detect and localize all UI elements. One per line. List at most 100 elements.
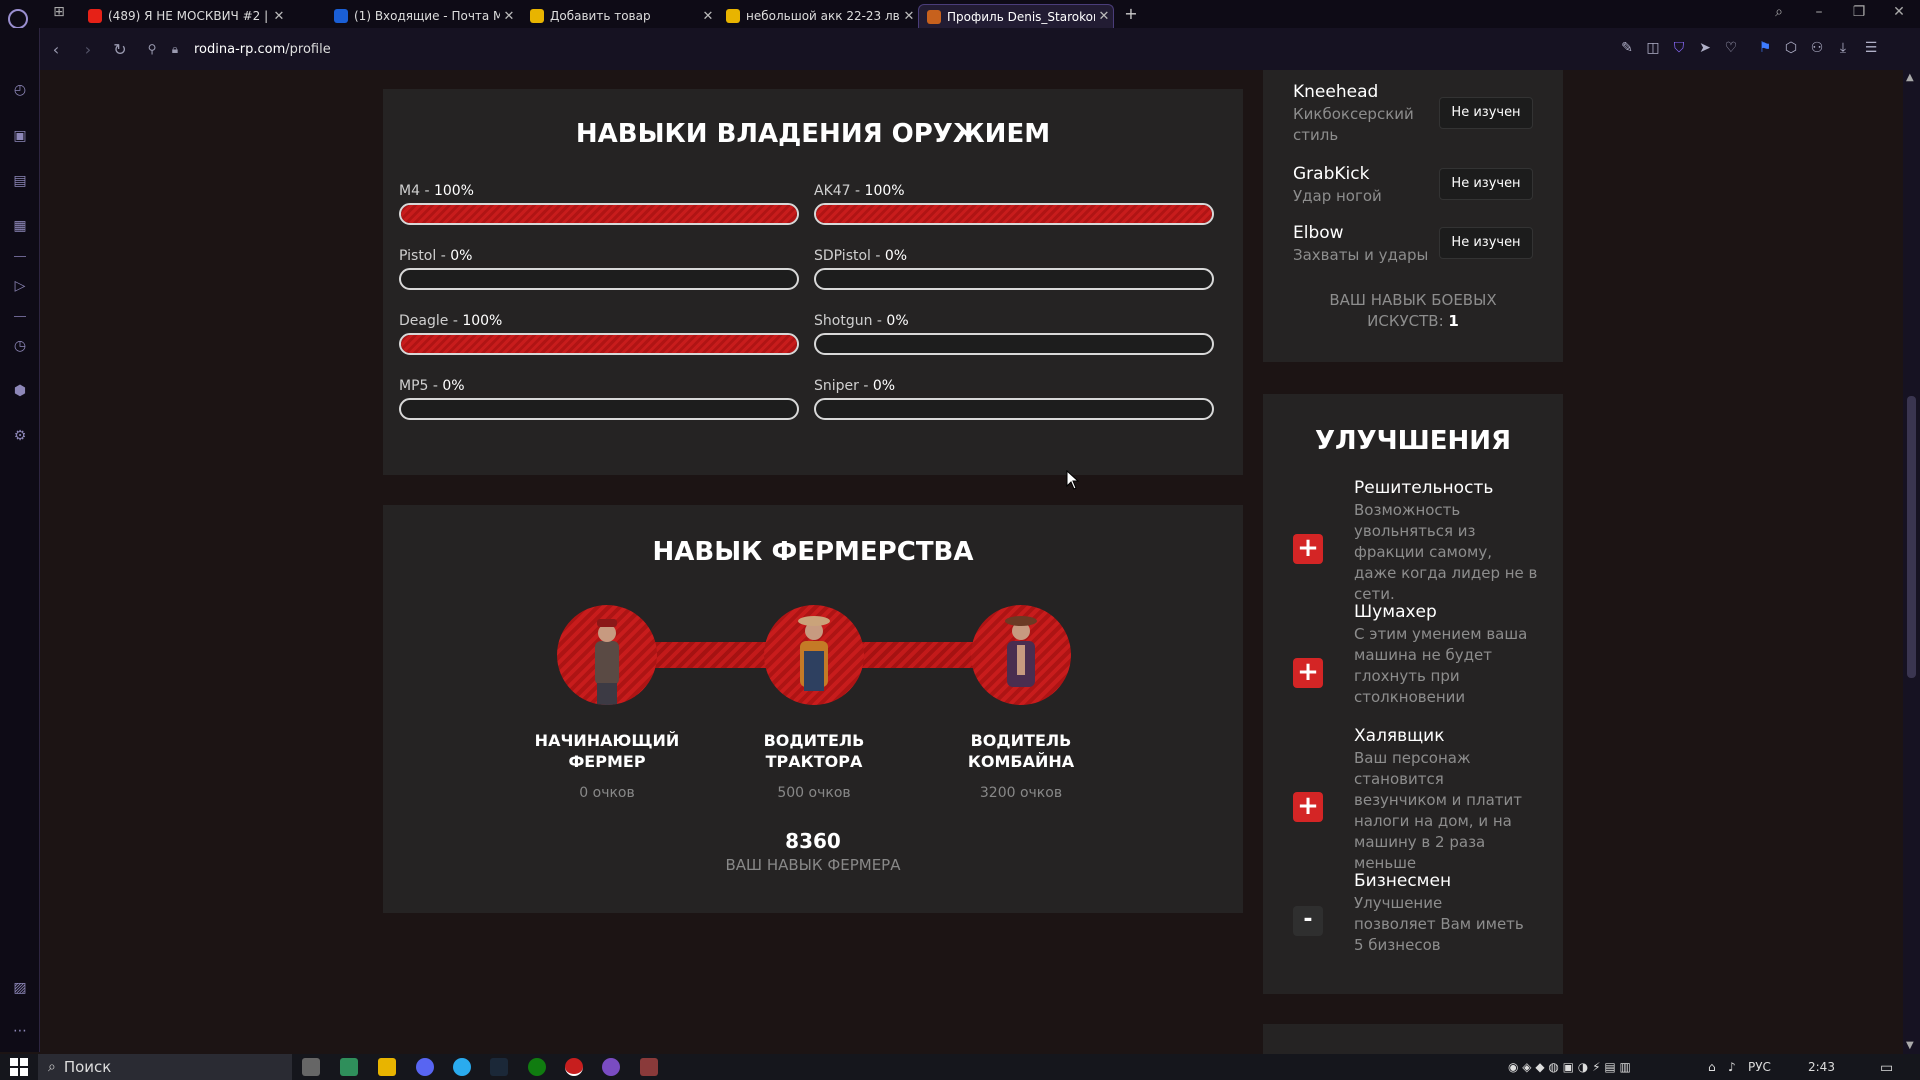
weapon-skill-2: Pistol - 0% xyxy=(399,248,799,290)
tab-mail[interactable]: (1) Входящие - Почта Mail ✕ xyxy=(326,4,518,28)
businessman-minus-button[interactable]: - xyxy=(1293,906,1323,936)
workspaces-icon[interactable]: ⊞ xyxy=(44,4,74,20)
edit-icon[interactable]: ✎ xyxy=(1618,40,1636,56)
scroll-up-icon[interactable]: ▲ xyxy=(1906,72,1914,83)
weapon-value: 100% xyxy=(462,313,503,329)
weapon-skill-3: SDPistol - 0% xyxy=(814,248,1214,290)
learn-elbow-button[interactable]: Не изучен xyxy=(1439,227,1533,259)
download-icon[interactable]: ⤓ xyxy=(1834,40,1852,56)
minimize-icon[interactable]: – xyxy=(1804,4,1834,20)
sidebar-divider xyxy=(14,316,26,317)
opera-logo-icon[interactable] xyxy=(8,9,28,29)
weapon-value: 0% xyxy=(442,378,465,394)
weapon-progress-bar xyxy=(399,333,799,355)
volume-icon[interactable]: ♪ xyxy=(1728,1060,1736,1074)
tab-youtube[interactable]: (489) Я НЕ МОСКВИЧ #2 | ✕ xyxy=(80,4,288,28)
close-icon[interactable]: ✕ xyxy=(500,9,518,24)
learn-grabkick-button[interactable]: Не изучен xyxy=(1439,168,1533,200)
opera-icon[interactable] xyxy=(602,1058,620,1076)
upgrade-desc: С этим умением ваша машина не будет глох… xyxy=(1354,625,1528,706)
buy-resoluteness-button[interactable]: + xyxy=(1293,534,1323,564)
search-placeholder: Поиск xyxy=(63,1058,112,1076)
farming-level-2-name: ВОДИТЕЛЬ ТРАКТОРА xyxy=(724,730,904,772)
back-icon[interactable]: ‹ xyxy=(40,40,72,59)
scroll-down-icon[interactable]: ▼ xyxy=(1906,1040,1914,1051)
cube-icon[interactable]: ⬡ xyxy=(1782,40,1800,56)
explorer-icon[interactable] xyxy=(378,1058,396,1076)
vpn-shield-icon[interactable]: ⛉ xyxy=(1670,40,1688,56)
briefcase-icon[interactable]: ▣ xyxy=(10,126,30,146)
clock[interactable]: 2:43 xyxy=(1808,1060,1835,1074)
send-icon[interactable]: ➤ xyxy=(1696,40,1714,56)
upgrade-name: Бизнесмен xyxy=(1354,871,1452,891)
weapon-value: 0% xyxy=(884,248,908,264)
scroll-thumb[interactable] xyxy=(1907,396,1916,678)
xbox-icon[interactable] xyxy=(528,1058,546,1076)
more-icon[interactable]: ⋯ xyxy=(10,1021,30,1041)
martial-skill-label-line: ВАШ НАВЫК БОЕВЫХ xyxy=(1329,291,1497,309)
close-icon[interactable]: ✕ xyxy=(699,9,717,24)
upgrades-panel: УЛУЧШЕНИЯ + Решительность Возможность ув… xyxy=(1263,394,1563,994)
twitch-icon[interactable]: ▤ xyxy=(10,171,30,191)
language-indicator[interactable]: РУС xyxy=(1748,1060,1771,1074)
martial-desc: Удар ногой xyxy=(1293,187,1382,205)
level-name-line: ВОДИТЕЛЬ xyxy=(763,731,865,750)
speed-dial-icon[interactable]: ◴ xyxy=(10,80,30,100)
tab-account[interactable]: небольшой акк 22-23 лвл ✕ xyxy=(718,4,918,28)
extensions-icon[interactable]: ⬢ xyxy=(10,381,30,401)
martial-skill-label: ВАШ НАВЫК БОЕВЫХ ИСКУСТВ: 1 xyxy=(1263,290,1563,332)
level-name-line: ФЕРМЕР xyxy=(568,752,646,771)
close-icon[interactable]: ✕ xyxy=(1095,9,1113,24)
combine-driver-avatar xyxy=(971,605,1071,705)
telegram-icon[interactable] xyxy=(453,1058,471,1076)
discord-icon[interactable] xyxy=(416,1058,434,1076)
tab-add-product[interactable]: Добавить товар ✕ xyxy=(522,4,717,28)
weapon-name: Shotgun xyxy=(814,313,873,329)
tab-profile[interactable]: Профиль Denis_Starokon ✕ xyxy=(918,4,1114,28)
learn-kneehead-button[interactable]: Не изучен xyxy=(1439,97,1533,129)
task-view-icon[interactable] xyxy=(302,1058,320,1076)
notifications-icon[interactable]: ▭ xyxy=(1880,1060,1893,1076)
flag-icon[interactable]: ⚑ xyxy=(1756,40,1774,56)
buy-freeloader-button[interactable]: + xyxy=(1293,792,1323,822)
weapon-skill-7: Sniper - 0% xyxy=(814,378,1214,420)
page-content: НАВЫКИ ВЛАДЕНИЯ ОРУЖИЕМ M4 - 100% AK47 - … xyxy=(41,70,1903,1054)
buy-schumacher-button[interactable]: + xyxy=(1293,658,1323,688)
site-settings-icon[interactable]: ⚲ xyxy=(136,42,168,56)
reload-icon[interactable]: ↻ xyxy=(104,40,136,59)
tray-icons[interactable]: ◉ ◈ ◆ ◍ ▣ ◑ ⚡ ▤ ▥ xyxy=(1508,1060,1631,1074)
weapon-skill-0: M4 - 100% xyxy=(399,183,799,225)
farming-level-1-name: НАЧИНАЮЩИЙ ФЕРМЕР xyxy=(517,730,697,772)
settings-gear-icon[interactable]: ⚙ xyxy=(10,426,30,446)
player-icon[interactable]: ▷ xyxy=(10,276,30,296)
steam-icon[interactable] xyxy=(490,1058,508,1076)
taskbar-search[interactable]: ⌕ Поиск xyxy=(38,1054,292,1080)
menu-icon[interactable]: ☰ xyxy=(1862,40,1880,56)
game-icon[interactable]: ▦ xyxy=(10,216,30,236)
heart-icon[interactable]: ♡ xyxy=(1722,40,1740,56)
account-icon[interactable]: ⚇ xyxy=(1808,40,1826,56)
close-icon[interactable]: ✕ xyxy=(270,9,288,24)
martial-desc: Захваты и удары xyxy=(1293,246,1429,264)
weapon-label: Pistol - 0% xyxy=(399,248,473,264)
history-icon[interactable]: ◷ xyxy=(10,336,30,356)
tab-bar: ⊞ (489) Я НЕ МОСКВИЧ #2 | ✕ (1) Входящие… xyxy=(0,0,1920,29)
windows-start-icon[interactable] xyxy=(10,1058,28,1076)
wallpaper-icon[interactable]: ▨ xyxy=(10,978,30,998)
url-field[interactable]: rodina-rp.com/profile xyxy=(194,42,331,57)
game-launcher-icon[interactable] xyxy=(640,1058,658,1076)
close-window-icon[interactable]: ✕ xyxy=(1884,4,1914,20)
new-tab-button[interactable]: + xyxy=(1116,4,1146,23)
martial-name: GrabKick xyxy=(1293,164,1370,184)
search-tabs-icon[interactable]: ⌕ xyxy=(1764,4,1794,20)
weapon-name: SDPistol xyxy=(814,248,871,264)
edge-icon[interactable] xyxy=(340,1058,358,1076)
restore-icon[interactable]: ❐ xyxy=(1844,4,1874,20)
forward-icon[interactable]: › xyxy=(72,40,104,59)
opera-gx-icon[interactable] xyxy=(565,1058,583,1076)
camera-icon[interactable]: ◫ xyxy=(1644,40,1662,56)
network-icon[interactable]: ⌂ xyxy=(1708,1060,1716,1074)
weapon-skill-6: MP5 - 0% xyxy=(399,378,799,420)
scrollbar[interactable]: ▲ ▼ xyxy=(1903,70,1920,1054)
close-icon[interactable]: ✕ xyxy=(900,9,918,24)
